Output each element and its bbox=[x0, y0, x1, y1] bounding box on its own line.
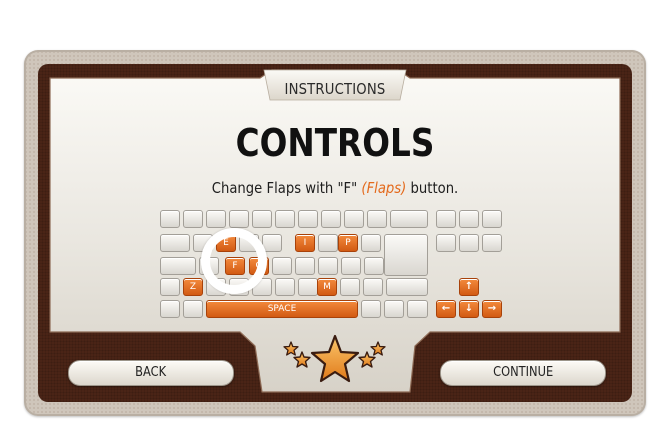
star-icon bbox=[293, 351, 311, 368]
back-button-label: BACK bbox=[135, 365, 167, 380]
star-icon bbox=[370, 341, 386, 356]
back-button[interactable]: BACK bbox=[68, 360, 234, 386]
star-icon bbox=[358, 351, 376, 368]
star-icon bbox=[310, 334, 360, 383]
continue-button[interactable]: CONTINUE bbox=[440, 360, 606, 386]
continue-button-label: CONTINUE bbox=[492, 365, 554, 380]
star-icon bbox=[283, 341, 299, 356]
